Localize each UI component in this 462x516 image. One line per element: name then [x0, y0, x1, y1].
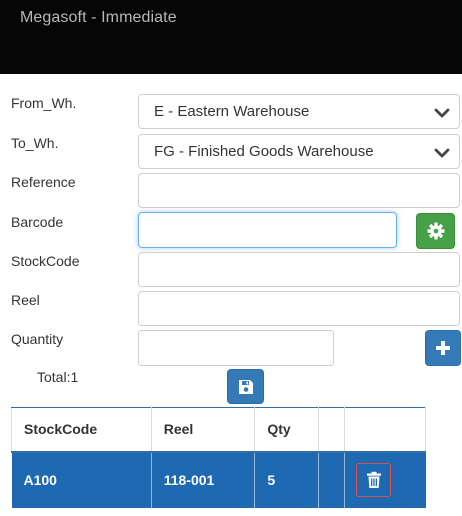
- trash-icon: [366, 471, 381, 488]
- reference-label: Reference: [11, 174, 76, 190]
- add-item-button[interactable]: [425, 330, 461, 366]
- total-count: Total:1: [37, 369, 79, 385]
- plus-icon: [436, 341, 450, 355]
- quantity-input[interactable]: [138, 330, 334, 366]
- cell-blank: [318, 451, 346, 508]
- reference-input[interactable]: [138, 173, 460, 208]
- cell-actions: [344, 451, 426, 508]
- window-title: Megasoft - Immediate: [20, 9, 177, 26]
- delete-row-button[interactable]: [356, 463, 392, 497]
- title-bar: Megasoft - Immediate: [0, 0, 462, 74]
- column-header-actions: [344, 407, 426, 453]
- from-wh-label: From_Wh.: [11, 95, 77, 111]
- cell-reel: 118-001: [151, 451, 256, 508]
- barcode-settings-button[interactable]: [416, 213, 455, 249]
- column-header-qty: Qty: [254, 407, 320, 453]
- cell-stockcode: A100: [11, 451, 152, 508]
- to-wh-select[interactable]: FG - Finished Goods Warehouse: [138, 134, 460, 169]
- reel-label: Reel: [11, 292, 40, 308]
- to-wh-label: To_Wh.: [11, 135, 59, 151]
- quantity-label: Quantity: [11, 331, 64, 347]
- cell-qty: 5: [254, 451, 320, 508]
- reel-input[interactable]: [138, 291, 460, 326]
- stockcode-label: StockCode: [11, 253, 80, 269]
- chevron-down-icon: [434, 108, 450, 118]
- chevron-down-icon: [434, 148, 450, 158]
- stockcode-input[interactable]: [138, 252, 460, 287]
- save-button[interactable]: [227, 369, 264, 404]
- table-header-row: StockCode Reel Qty: [11, 407, 426, 453]
- barcode-input[interactable]: [138, 212, 397, 248]
- column-header-blank: [318, 407, 346, 453]
- to-wh-value: FG - Finished Goods Warehouse: [154, 143, 374, 160]
- from-wh-select[interactable]: E - Eastern Warehouse: [138, 94, 460, 129]
- column-header-reel: Reel: [151, 407, 256, 453]
- from-wh-value: E - Eastern Warehouse: [154, 103, 310, 120]
- save-icon: [238, 379, 253, 394]
- table-row[interactable]: A100 118-001 5: [11, 451, 426, 508]
- column-header-stockcode: StockCode: [11, 407, 152, 453]
- items-table: StockCode Reel Qty A100 118-001 5: [11, 407, 426, 508]
- gear-icon: [427, 222, 444, 240]
- barcode-label: Barcode: [11, 214, 64, 230]
